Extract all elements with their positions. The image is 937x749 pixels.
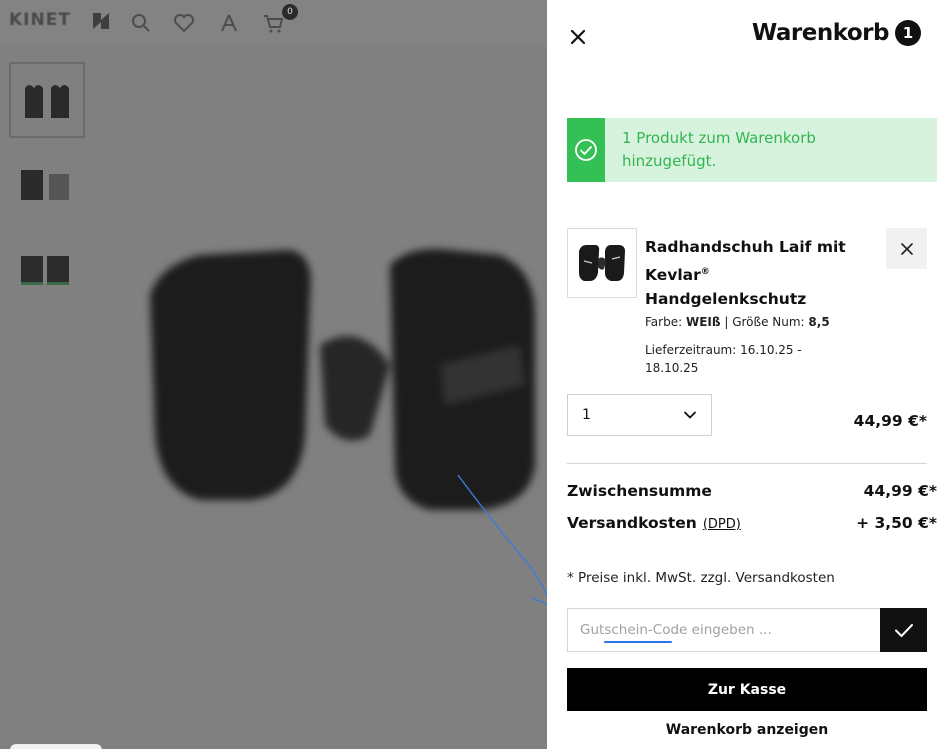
coupon-form <box>567 608 927 652</box>
cart-header: Warenkorb 1 <box>752 20 921 46</box>
shipping-row: Versandkosten (DPD) + 3,50 €* <box>567 514 937 532</box>
page-overlay[interactable]: KINET 0 <box>0 0 547 749</box>
coupon-submit-button[interactable] <box>880 608 927 652</box>
cart-count-badge: 1 <box>895 20 921 46</box>
shipping-value: + 3,50 €* <box>856 514 937 532</box>
site-header: KINET 0 <box>0 0 547 46</box>
product-name-suffix: Handgelenkschutz <box>645 290 807 309</box>
glove-icon <box>25 85 69 118</box>
glove-icon <box>21 170 69 200</box>
tax-note: * Preise inkl. MwSt. zzgl. Versandkosten <box>567 570 835 586</box>
close-icon <box>900 242 913 255</box>
annotation-arrow <box>457 474 547 605</box>
color-value: WEIß <box>685 315 721 329</box>
divider <box>567 463 927 464</box>
glove-icon <box>579 245 625 281</box>
checkmark-icon <box>894 624 913 637</box>
shipping-label: Versandkosten <box>567 514 697 532</box>
delivery-period: Lieferzeitraum: 16.10.25 - 18.10.25 <box>645 343 802 375</box>
cart-title: Warenkorb <box>751 20 890 46</box>
color-label: Farbe: <box>645 315 683 329</box>
shipping-carrier-link[interactable]: (DPD) <box>703 517 741 532</box>
cart-item-name[interactable]: Radhandschuh Laif mit Kevlar® Handgelenk… <box>645 235 860 312</box>
site-logo: KINET <box>9 10 71 30</box>
subtotal-label: Zwischensumme <box>567 482 712 500</box>
coupon-input[interactable] <box>567 608 880 652</box>
registered-mark: ® <box>700 266 710 277</box>
user-icon[interactable] <box>218 12 240 34</box>
chevron-down-icon <box>684 411 696 419</box>
alert-message: 1 Produkt zum Warenkorb hinzugefügt. <box>622 129 816 170</box>
size-value: 8,5 <box>808 315 830 329</box>
quantity-select[interactable]: 1 <box>567 394 712 436</box>
checkout-button[interactable]: Zur Kasse <box>567 668 927 711</box>
glove-icon <box>21 256 69 285</box>
product-thumbnail[interactable] <box>9 148 85 224</box>
attr-separator: | <box>724 315 729 329</box>
size-label: Größe Num: <box>732 315 805 329</box>
cart-item-attributes: Farbe: WEIß | Größe Num: 8,5 <box>645 315 830 329</box>
product-thumbnail[interactable] <box>9 232 85 308</box>
cart-icon[interactable] <box>262 12 284 34</box>
product-name-main: Radhandschuh Laif mit Kevlar <box>645 238 846 284</box>
cart-item-price: 44,99 €* <box>853 412 927 430</box>
quantity-value: 1 <box>582 407 591 423</box>
cart-drawer: Warenkorb 1 1 Produkt zum Warenkorb hinz… <box>547 0 937 749</box>
search-icon[interactable] <box>130 12 152 34</box>
view-cart-link[interactable]: Warenkorb anzeigen <box>567 722 927 738</box>
subtotal-value: 44,99 €* <box>863 482 937 500</box>
check-circle-icon <box>567 118 605 182</box>
remove-item-button[interactable] <box>886 228 927 269</box>
subtotal-row: Zwischensumme 44,99 €* <box>567 482 937 500</box>
logo-mark-icon <box>93 13 109 29</box>
bottom-pill <box>10 744 102 749</box>
annotation-underline <box>604 641 672 643</box>
cart-item-image[interactable] <box>567 228 637 298</box>
heart-icon[interactable] <box>173 12 195 34</box>
cart-count-badge: 0 <box>282 4 298 20</box>
product-thumbnail[interactable] <box>9 62 85 138</box>
close-icon[interactable] <box>567 26 589 48</box>
success-alert: 1 Produkt zum Warenkorb hinzugefügt. <box>567 118 937 182</box>
